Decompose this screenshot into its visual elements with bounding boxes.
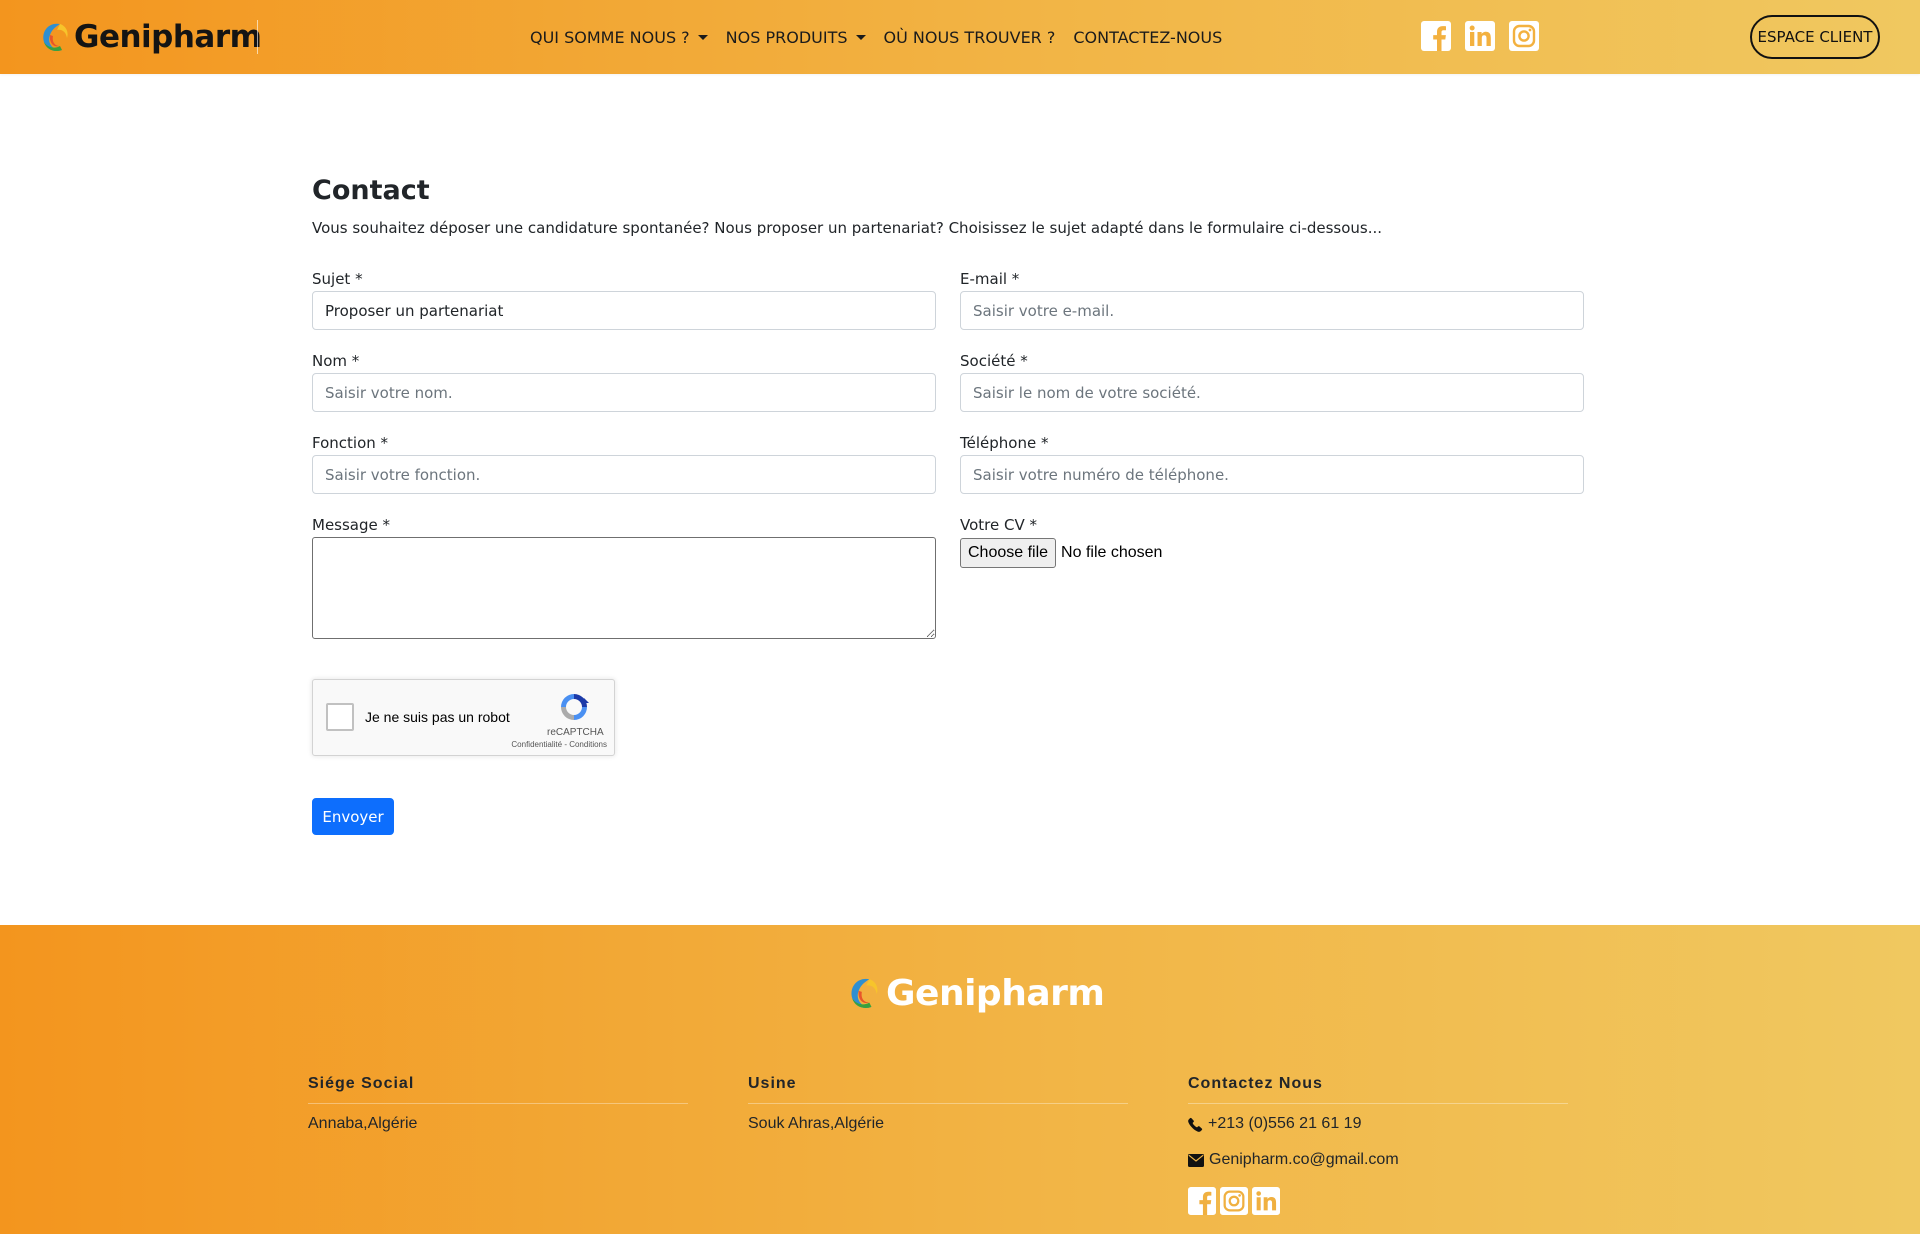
- cv-label: Votre CV *: [960, 516, 1037, 534]
- site-footer: Genipharm Siége Social Annaba,Algérie Us…: [0, 925, 1920, 1234]
- recaptcha-terms-link[interactable]: Confidentialité - Conditions: [503, 740, 607, 749]
- footer-col-siege: Siége Social Annaba,Algérie: [308, 1075, 688, 1133]
- message-textarea[interactable]: [312, 537, 936, 639]
- nom-field[interactable]: [312, 373, 936, 412]
- caret-down-icon: [855, 34, 866, 40]
- nav-contactez-nous[interactable]: CONTACTEZ-NOUS: [1073, 28, 1222, 47]
- sujet-label: Sujet *: [312, 270, 363, 288]
- footer-social-links: [1188, 1187, 1568, 1215]
- email-address: Genipharm.co@gmail.com: [1209, 1151, 1399, 1168]
- footer-col-contact: Contactez Nous +213 (0)556 21 61 19 Geni…: [1188, 1075, 1568, 1215]
- caret-down-icon: [697, 34, 708, 40]
- page-title: Contact: [312, 175, 430, 206]
- telephone-field[interactable]: [960, 455, 1584, 494]
- telephone-label: Téléphone *: [960, 434, 1049, 452]
- footer-brand-name: Genipharm: [886, 972, 1105, 1014]
- recaptcha-checkbox[interactable]: [326, 703, 354, 731]
- phone-number: +213 (0)556 21 61 19: [1208, 1115, 1362, 1132]
- page-subtitle: Vous souhaitez déposer une candidature s…: [312, 219, 1383, 237]
- envoyer-button[interactable]: Envoyer: [312, 798, 394, 835]
- email-label: E-mail *: [960, 270, 1020, 288]
- societe-field[interactable]: [960, 373, 1584, 412]
- footer-heading: Siége Social: [308, 1075, 688, 1104]
- email-field[interactable]: [960, 291, 1584, 330]
- genipharm-logo-icon: [851, 978, 878, 1008]
- logo-divider: [257, 20, 258, 54]
- instagram-icon[interactable]: [1220, 1187, 1248, 1215]
- message-label: Message *: [312, 516, 391, 534]
- footer-col-usine: Usine Souk Ahras,Algérie: [748, 1075, 1128, 1133]
- fonction-label: Fonction *: [312, 434, 389, 452]
- main-nav: QUI SOMME NOUS ? NOS PRODUITS OÙ NOUS TR…: [530, 0, 1240, 74]
- nav-ou-nous-trouver[interactable]: OÙ NOUS TROUVER ?: [884, 28, 1056, 47]
- linkedin-icon[interactable]: [1465, 21, 1495, 51]
- fonction-field[interactable]: [312, 455, 936, 494]
- espace-client-button[interactable]: ESPACE CLIENT: [1750, 15, 1880, 59]
- cv-file-input: Choose file No file chosen: [960, 538, 1162, 568]
- recaptcha-widget: Je ne suis pas un robot reCAPTCHA Confid…: [312, 679, 615, 756]
- nav-label: CONTACTEZ-NOUS: [1073, 27, 1223, 47]
- facebook-icon[interactable]: [1188, 1187, 1216, 1215]
- envelope-icon: [1188, 1153, 1204, 1167]
- nom-label: Nom *: [312, 352, 360, 370]
- societe-label: Société *: [960, 352, 1028, 370]
- nav-qui-somme-nous[interactable]: QUI SOMME NOUS ?: [530, 28, 708, 47]
- site-header: Genipharm QUI SOMME NOUS ? NOS PRODUITS …: [0, 0, 1920, 74]
- recaptcha-label: Je ne suis pas un robot: [365, 709, 510, 725]
- recaptcha-brand: reCAPTCHA: [547, 727, 604, 738]
- footer-heading: Contactez Nous: [1188, 1075, 1568, 1104]
- brand-name: Genipharm: [74, 19, 262, 55]
- brand-logo[interactable]: Genipharm: [40, 14, 262, 60]
- sujet-selected-value: Proposer un partenariat: [325, 301, 504, 320]
- facebook-icon[interactable]: [1421, 21, 1451, 51]
- nav-nos-produits[interactable]: NOS PRODUITS: [726, 28, 866, 47]
- footer-email[interactable]: Genipharm.co@gmail.com: [1188, 1151, 1568, 1169]
- nav-label: QUI SOMME NOUS ?: [530, 27, 690, 47]
- footer-brand-logo[interactable]: Genipharm: [848, 971, 1105, 1015]
- phone-icon: [1188, 1117, 1203, 1132]
- footer-heading: Usine: [748, 1075, 1128, 1104]
- file-status: No file chosen: [1061, 544, 1163, 561]
- footer-address: Annaba,Algérie: [308, 1115, 418, 1132]
- recaptcha-logo-icon: [561, 694, 589, 720]
- footer-address: Souk Ahras,Algérie: [748, 1115, 885, 1132]
- choose-file-button[interactable]: Choose file: [960, 538, 1057, 568]
- nav-label: OÙ NOUS TROUVER ?: [883, 27, 1056, 47]
- header-social-links: [1421, 21, 1553, 51]
- genipharm-logo-icon: [43, 23, 68, 52]
- linkedin-icon[interactable]: [1252, 1187, 1280, 1215]
- instagram-icon[interactable]: [1509, 21, 1539, 51]
- footer-phone[interactable]: +213 (0)556 21 61 19: [1188, 1115, 1568, 1133]
- sujet-select[interactable]: Proposer un partenariat: [312, 291, 936, 330]
- nav-label: NOS PRODUITS: [725, 27, 848, 47]
